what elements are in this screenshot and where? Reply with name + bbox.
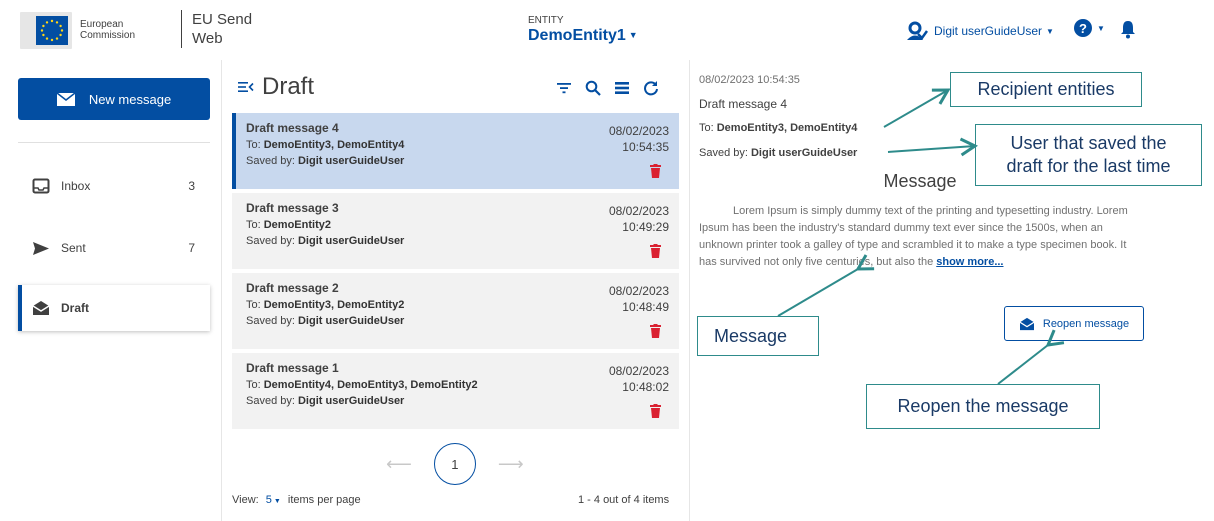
arrow-reopen	[997, 329, 1065, 385]
annotation-arrows	[777, 88, 1065, 385]
arrow-recipients	[883, 88, 951, 128]
arrow-message	[777, 254, 875, 317]
arrow-saved-by	[887, 137, 979, 157]
